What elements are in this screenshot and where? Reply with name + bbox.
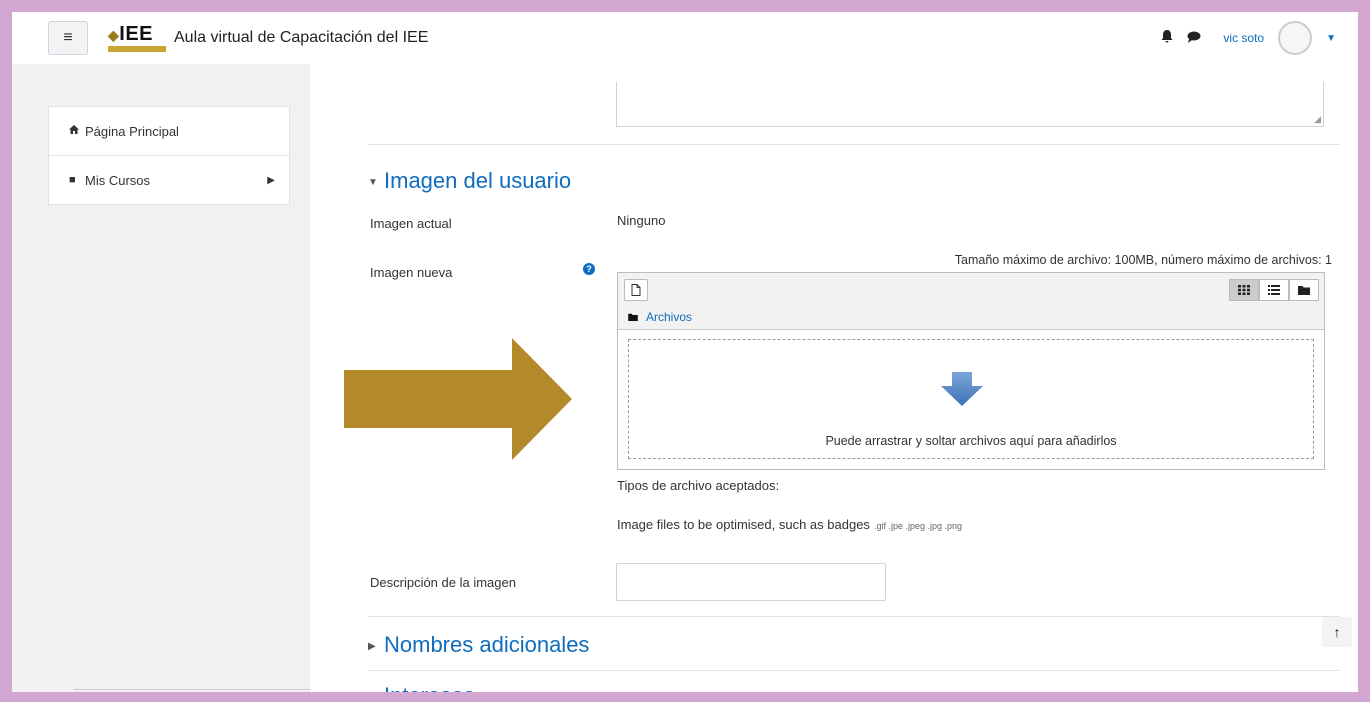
divider — [368, 144, 1340, 145]
folder-icon — [1298, 286, 1310, 295]
menu-icon: ≡ — [63, 29, 73, 46]
site-name[interactable]: Aula virtual de Capacitación del IEE — [174, 29, 428, 47]
resize-grip-icon[interactable]: ◢ — [1314, 114, 1321, 125]
file-manager: Archivos Puede arrastrar y soltar archiv… — [617, 272, 1325, 470]
list-view-button[interactable] — [1259, 279, 1289, 301]
grid-view-button[interactable] — [1229, 279, 1259, 301]
browser-frame: ≡ ◆IEE Aula virtual de Capacitación del … — [12, 12, 1358, 692]
tree-view-button[interactable] — [1289, 279, 1319, 301]
back-to-top-button[interactable]: ↑ — [1322, 617, 1352, 647]
view-switcher — [1229, 279, 1319, 301]
help-icon[interactable]: ? — [583, 263, 595, 275]
previous-textarea[interactable]: ◢ — [616, 82, 1324, 127]
site-logo[interactable]: ◆IEE — [108, 22, 166, 52]
path-link-archivos[interactable]: Archivos — [646, 310, 692, 324]
annotation-arrow-icon — [344, 338, 572, 460]
chat-icon[interactable] — [1187, 30, 1201, 46]
section-title: Intereses — [384, 683, 475, 692]
max-size-info: Tamaño máximo de archivo: 100MB, número … — [954, 253, 1332, 267]
nav-drawer: Página Principal ■ Mis Cursos ▶ — [12, 64, 610, 692]
top-navbar: ≡ ◆IEE Aula virtual de Capacitación del … — [12, 12, 1358, 65]
image-description-input[interactable] — [616, 563, 886, 601]
download-arrow-icon — [941, 372, 983, 406]
file-manager-toolbar: Archivos — [618, 273, 1324, 330]
accepted-types: Image files to be optimised, such as bad… — [617, 517, 962, 532]
section-header-user-image[interactable]: ▼ Imagen del usuario — [368, 168, 571, 194]
section-header-additional-names[interactable]: ▶ Nombres adicionales — [368, 632, 589, 658]
arrow-up-icon: ↑ — [1333, 624, 1341, 640]
section-header-interests[interactable]: ▶Intereses — [368, 683, 475, 692]
caret-down-icon[interactable]: ▼ — [1326, 33, 1336, 44]
add-file-button[interactable] — [624, 279, 648, 301]
chevron-down-icon: ▼ — [368, 176, 378, 188]
file-dropzone[interactable]: Puede arrastrar y soltar archivos aquí p… — [628, 339, 1314, 459]
square-icon: ■ — [69, 174, 76, 186]
drawer-list: Página Principal ■ Mis Cursos ▶ — [48, 106, 290, 205]
list-icon — [1268, 285, 1280, 295]
dropzone-instructions: Puede arrastrar y soltar archivos aquí p… — [825, 434, 1117, 448]
drawer-item-my-courses[interactable]: ■ Mis Cursos ▶ — [49, 155, 289, 204]
menu-toggle-button[interactable]: ≡ — [48, 21, 88, 55]
drawer-item-label: Mis Cursos — [85, 172, 151, 188]
current-image-label: Imagen actual — [370, 216, 452, 231]
drawer-item-home[interactable]: Página Principal — [49, 107, 289, 155]
accepted-types-label: Tipos de archivo aceptados: — [617, 478, 780, 493]
user-name[interactable]: vic soto — [1223, 31, 1264, 45]
section-title: Nombres adicionales — [384, 632, 590, 657]
crest-icon: ◆ — [108, 26, 120, 43]
avatar[interactable] — [1278, 21, 1313, 55]
bell-icon[interactable] — [1161, 30, 1173, 46]
section-title: Imagen del usuario — [384, 168, 572, 193]
drawer-item-label: Página Principal — [85, 123, 179, 139]
divider — [368, 616, 1340, 617]
path-bar: Archivos — [628, 310, 692, 324]
divider — [368, 670, 1340, 671]
home-icon — [69, 125, 85, 137]
folder-icon — [628, 313, 638, 321]
logo-band — [108, 45, 166, 52]
file-icon — [631, 284, 641, 296]
image-description-label: Descripción de la imagen — [370, 575, 516, 590]
navbar-user-area: vic soto ▼ — [1161, 12, 1336, 64]
accepted-extensions: .gif .jpe .jpeg .jpg .png — [873, 521, 962, 531]
accepted-types-text: Image files to be optimised, such as bad… — [617, 517, 870, 532]
current-image-value: Ninguno — [617, 213, 666, 228]
chevron-right-icon: ▶ — [267, 174, 275, 186]
chevron-right-icon: ▶ — [368, 640, 376, 652]
logo-text: IEE — [119, 22, 154, 45]
grid-icon — [1238, 285, 1250, 295]
new-image-label: Imagen nueva — [370, 265, 453, 280]
